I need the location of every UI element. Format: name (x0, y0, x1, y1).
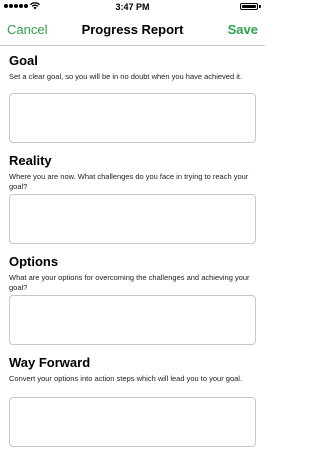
page-title: Progress Report (81, 22, 184, 37)
goal-section: Goal Set a clear goal, so you will be in… (9, 53, 256, 143)
way-forward-section: Way Forward Convert your options into ac… (9, 355, 256, 447)
options-description: What are your options for overcoming the… (9, 273, 250, 292)
navigation-bar: Cancel Progress Report Save (0, 14, 265, 46)
options-heading: Options (9, 254, 59, 269)
way-forward-description: Convert your options into action steps w… (9, 374, 243, 383)
options-text-field[interactable] (9, 295, 256, 345)
goal-text-field[interactable] (9, 93, 256, 143)
reality-heading: Reality (9, 153, 52, 168)
save-button[interactable]: Save (228, 22, 258, 37)
options-section: Options What are your options for overco… (9, 254, 256, 345)
reality-section: Reality Where you are now. What challeng… (9, 153, 256, 244)
status-time: 3:47 PM (115, 2, 150, 12)
reality-description: Where you are now. What challenges do yo… (9, 172, 249, 191)
goal-heading: Goal (9, 53, 38, 68)
status-bar: 3:47 PM (0, 0, 265, 14)
battery-icon (240, 3, 261, 10)
goal-description: Set a clear goal, so you will be in no d… (9, 72, 243, 81)
reality-text-field[interactable] (9, 194, 256, 244)
way-forward-heading: Way Forward (9, 355, 91, 370)
way-forward-text-field[interactable] (9, 397, 256, 447)
